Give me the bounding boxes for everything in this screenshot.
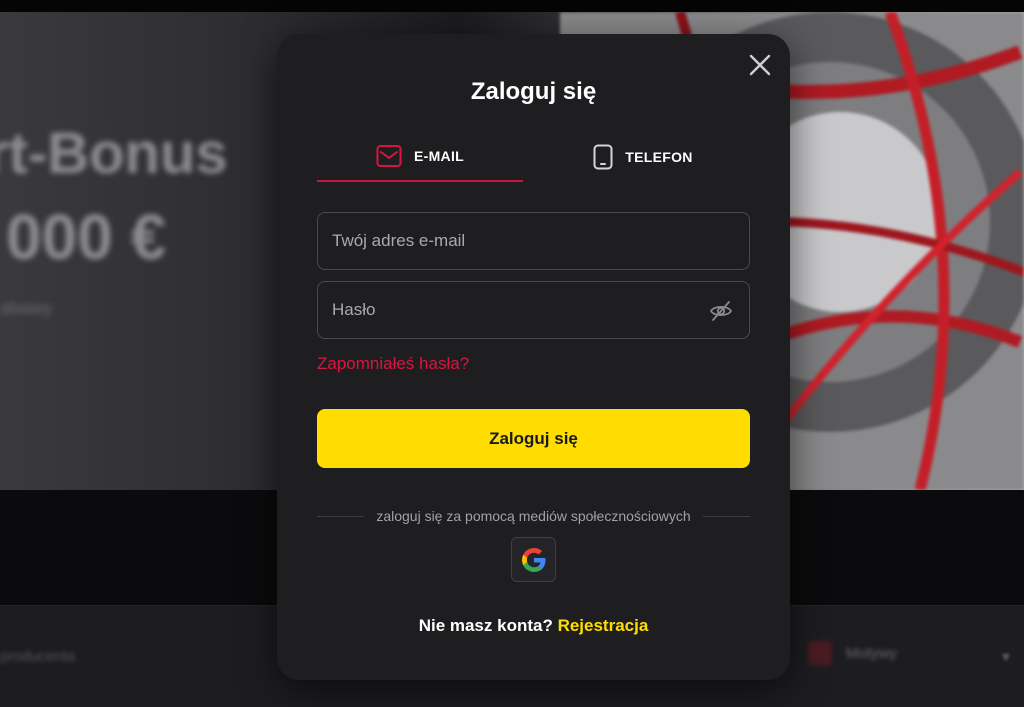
email-field-wrapper	[317, 212, 750, 270]
divider-line-left	[317, 515, 365, 517]
divider-line-right	[702, 515, 751, 517]
hero-bonus-title: rt-Bonus	[0, 121, 228, 186]
google-icon	[521, 547, 545, 572]
no-account-text: Nie masz konta?	[418, 616, 558, 635]
login-modal: Zaloguj się E-MAIL TELEFON Zapomniałeś	[277, 34, 790, 680]
modal-title: Zaloguj się	[470, 78, 597, 105]
login-button[interactable]: Zaloguj się	[317, 409, 750, 468]
hero-bonus-subtitle: abawy	[0, 298, 53, 318]
envelope-icon	[376, 145, 402, 167]
social-login-text: zaloguj się za pomocą mediów społecznośc…	[376, 508, 691, 524]
login-method-tabs: E-MAIL TELEFON	[317, 132, 750, 182]
tab-phone[interactable]: TELEFON	[536, 132, 750, 182]
register-row: Nie masz konta? Rejestracja	[277, 616, 790, 636]
theme-filter-icon	[808, 641, 832, 665]
tab-phone-label: TELEFON	[625, 149, 693, 165]
password-field-wrapper	[317, 281, 750, 339]
chevron-down-icon: ▼	[1000, 650, 1012, 664]
register-link[interactable]: Rejestracja	[558, 616, 649, 635]
forgot-password-link[interactable]: Zapomniałeś hasła?	[317, 354, 469, 374]
social-login-divider: zaloguj się za pomocą mediów społecznośc…	[317, 508, 751, 524]
close-icon[interactable]	[746, 51, 774, 79]
hero-bonus-amount: 000 €	[6, 201, 167, 273]
tab-email-label: E-MAIL	[413, 148, 464, 164]
google-login-button[interactable]	[511, 537, 556, 582]
theme-filter[interactable]: Motywy	[808, 641, 897, 665]
password-input[interactable]	[318, 282, 749, 338]
eye-off-icon[interactable]	[709, 299, 733, 323]
phone-icon	[593, 144, 613, 170]
tab-email[interactable]: E-MAIL	[317, 132, 523, 182]
email-input[interactable]	[318, 213, 749, 269]
top-strip	[0, 0, 1024, 12]
provider-filter[interactable]: producenta	[0, 648, 75, 665]
theme-filter-label: Motywy	[846, 644, 897, 662]
